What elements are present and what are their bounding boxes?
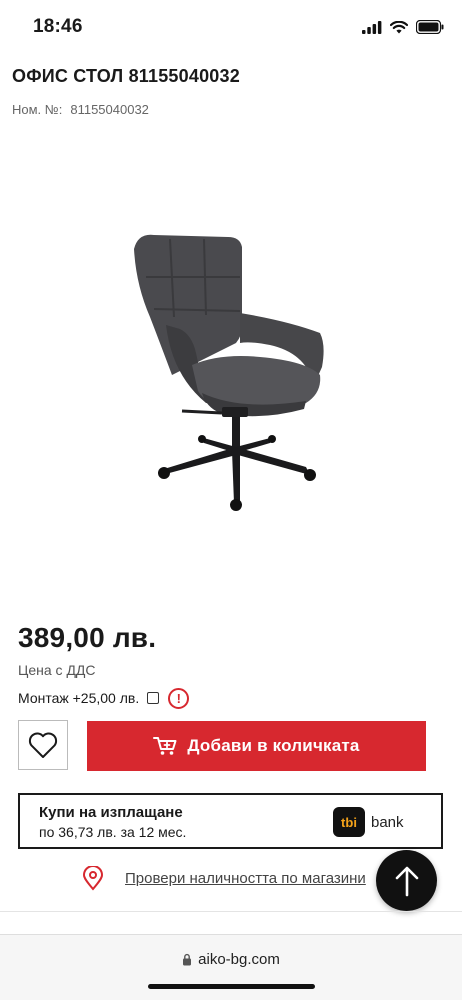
browser-address-bar[interactable]: aiko-bg.com: [0, 934, 462, 1000]
installment-detail: по 36,73 лв. за 12 мес.: [39, 824, 187, 840]
assembly-label: Монтаж +25,00 лв.: [18, 690, 140, 706]
url-text: aiko-bg.com: [198, 951, 280, 968]
add-to-cart-label: Добави в количката: [187, 736, 360, 755]
add-to-cart-button[interactable]: Добави в количката: [87, 721, 426, 771]
assembly-option: Монтаж +25,00 лв. !: [18, 686, 190, 710]
arrow-up-icon: [395, 866, 418, 896]
status-bar: 18:46: [0, 0, 462, 56]
info-icon[interactable]: !: [168, 687, 190, 709]
sku-label: Ном. №:: [12, 102, 63, 117]
heart-icon: [28, 732, 58, 758]
location-pin-icon: [82, 866, 104, 891]
store-availability[interactable]: Провери наличността по магазини: [82, 866, 366, 891]
office-chair-image: [134, 234, 324, 511]
sku-value: 81155040032: [70, 102, 149, 117]
tbi-logo: tbi: [333, 807, 365, 837]
sku-row: Ном. №: 81155040032: [12, 102, 149, 117]
url-row[interactable]: aiko-bg.com: [0, 951, 462, 968]
vat-note: Цена с ДДС: [18, 662, 96, 678]
product-price: 389,00 лв.: [18, 622, 157, 653]
divider: [0, 911, 462, 912]
signal-icon: [362, 20, 382, 34]
product-title: ОФИС СТОЛ 81155040032: [12, 66, 240, 86]
wifi-icon: [390, 20, 408, 33]
installment-title: Купи на изплащане: [39, 804, 183, 821]
battery-icon: [416, 20, 444, 34]
home-indicator: [148, 984, 315, 989]
status-time: 18:46: [33, 16, 83, 37]
installment-banner[interactable]: Купи на изплащане по 36,73 лв. за 12 мес…: [18, 793, 443, 849]
check-availability-link[interactable]: Провери наличността по магазини: [125, 870, 366, 887]
scroll-to-top-button[interactable]: [376, 850, 437, 911]
cart-icon: [153, 737, 177, 755]
wishlist-button[interactable]: [18, 720, 68, 770]
lock-icon: [183, 953, 192, 966]
bank-label: bank: [371, 814, 404, 831]
assembly-checkbox[interactable]: [147, 692, 160, 704]
product-image[interactable]: [110, 225, 350, 525]
status-icons: [362, 20, 444, 34]
